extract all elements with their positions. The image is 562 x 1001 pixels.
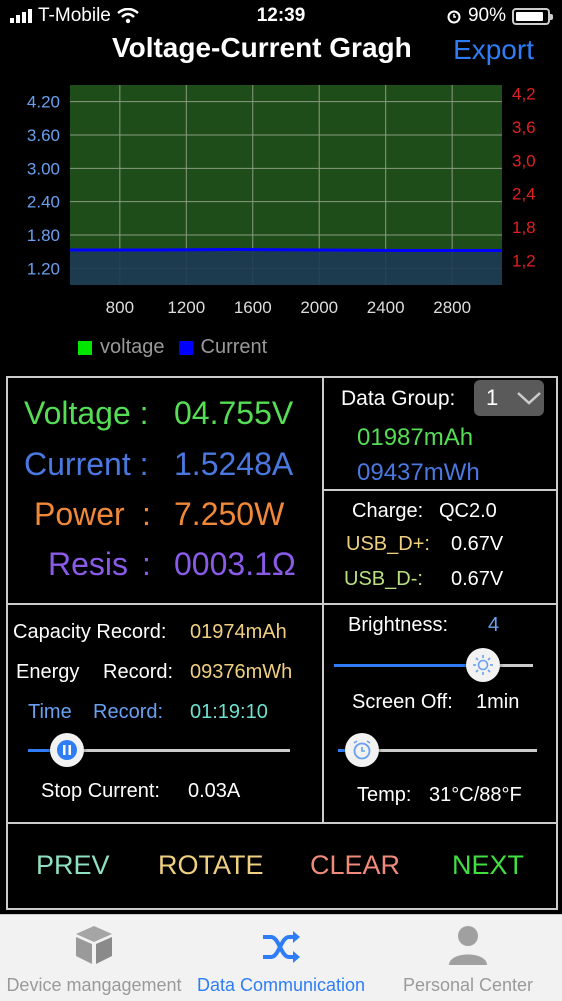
capacity-record-value: 01974mAh: [190, 621, 287, 643]
tab-label-personal: Personal Center: [402, 975, 534, 995]
y-right-tick-label: 1,8: [512, 218, 536, 237]
clock-icon: [353, 740, 371, 760]
prev-button[interactable]: PREV: [36, 850, 110, 881]
voltage-value: 04.755V: [174, 395, 294, 431]
y-left-tick-label: 1.80: [27, 226, 60, 245]
tab-label-device: Device mangagement: [6, 975, 182, 995]
resis-label: Resis: [48, 546, 129, 582]
stop-current-value: 0.03A: [188, 780, 241, 802]
x-tick-label: 1600: [234, 298, 272, 317]
chevron-down-icon: [517, 392, 542, 405]
brightness-label: Brightness:: [348, 614, 449, 636]
divider-middle: [6, 603, 558, 605]
next-button[interactable]: NEXT: [452, 850, 524, 881]
y-right-tick-label: 4,2: [512, 85, 536, 104]
time-record-label2: Record:: [93, 701, 164, 723]
alarm-icon: [447, 10, 461, 24]
person-icon: [449, 926, 487, 965]
x-tick-label: 2400: [367, 298, 405, 317]
tab-data-communication[interactable]: Data Communication: [188, 915, 374, 1001]
tab-label-data: Data Communication: [196, 975, 366, 995]
series-line-current: [70, 247, 502, 253]
data-group-mwh: 09437mWh: [357, 459, 480, 486]
power-colon: :: [142, 496, 151, 532]
y-right-tick-label: 2,4: [512, 185, 536, 204]
data-group-select[interactable]: 1: [474, 380, 544, 416]
sun-icon: [473, 655, 494, 675]
energy-record-value: 09376mWh: [190, 661, 293, 683]
temp-value: 31°C/88°F: [429, 784, 522, 806]
power-value: 7.250W: [174, 496, 285, 532]
legend-current-label: Current: [200, 336, 268, 358]
voltage-current-chart: 4.20 3.60 3.00 2.40 1.80 1.20 4,2 3,6 3,0 2,4 1,8 1…: [27, 85, 536, 317]
resis-colon: :: [142, 546, 151, 582]
export-button[interactable]: Export: [453, 34, 534, 66]
capacity-record-label: Capacity Record:: [13, 621, 167, 643]
stop-current-label: Stop Current:: [41, 780, 160, 802]
screen-off-value: 1min: [476, 691, 520, 713]
energy-record-label2: Record:: [103, 661, 174, 683]
usb-dp-value: 0.67V: [451, 533, 504, 555]
screen-off-label: Screen Off:: [352, 691, 453, 713]
usb-dm-value: 0.67V: [451, 568, 504, 590]
tab-personal-center[interactable]: Personal Center: [374, 915, 562, 1001]
divider-buttons: [6, 822, 558, 824]
current-value: 1.5248A: [174, 446, 294, 482]
legend-current-swatch: [178, 340, 193, 355]
battery-percent: 90%: [467, 5, 506, 26]
screen-off-slider-knob[interactable]: [344, 733, 379, 767]
energy-record-label: Energy: [16, 661, 80, 683]
resis-value: 0003.1Ω: [174, 546, 296, 582]
box-icon: [76, 926, 112, 964]
rotate-button[interactable]: ROTATE: [158, 850, 264, 881]
pause-icon: [57, 740, 78, 760]
status-bar: T-Mobile 12:39 90%: [0, 0, 562, 32]
y-right-tick-label: 3,0: [512, 151, 536, 170]
shuffle-icon: [263, 931, 300, 963]
divider-vertical: [322, 376, 324, 824]
legend-voltage-swatch: [78, 340, 92, 355]
time-record-label: Time: [28, 701, 72, 723]
brightness-slider-fill: [334, 664, 484, 667]
x-tick-label: 1200: [167, 298, 205, 317]
time-record-value: 01:19:10: [190, 701, 268, 723]
y-right-tick-label: 3,6: [512, 118, 536, 137]
y-left-tick-label: 2.40: [27, 193, 60, 212]
charge-label: Charge:: [352, 500, 424, 522]
brightness-value: 4: [488, 614, 500, 636]
tab-bar: Device mangagement Data Communication Pe…: [0, 914, 562, 1001]
y-right-tick-label: 1,2: [512, 251, 536, 270]
y-left-tick-label: 3.00: [27, 159, 60, 178]
x-tick-label: 2800: [433, 298, 471, 317]
status-right: 90%: [446, 5, 553, 27]
legend-voltage-label: voltage: [100, 336, 165, 358]
charge-value: QC2.0: [439, 500, 497, 522]
voltage-label: Voltage :: [24, 395, 149, 431]
tab-device-management[interactable]: Device mangagement: [0, 915, 188, 1001]
data-group-label: Data Group:: [341, 387, 456, 410]
usb-dp-label: USB_D+:: [346, 533, 430, 555]
temp-label: Temp:: [357, 784, 412, 806]
x-tick-label: 2000: [300, 298, 338, 317]
battery-icon: [512, 7, 553, 25]
page-title: Voltage-Current Gragh: [112, 32, 412, 63]
clear-button[interactable]: CLEAR: [310, 850, 400, 881]
y-left-tick-label: 4.20: [27, 93, 60, 112]
y-left-tick-label: 3.60: [27, 126, 60, 145]
brightness-slider-knob[interactable]: [466, 648, 501, 682]
divider-right-top: [322, 489, 558, 491]
chart-legend: voltage Current: [78, 336, 267, 359]
data-group-selected: 1: [486, 385, 499, 410]
usb-dm-label: USB_D-:: [344, 568, 423, 590]
series-current-area: [70, 249, 502, 285]
current-label: Current :: [24, 446, 149, 482]
data-group-mah: 01987mAh: [357, 424, 474, 451]
power-label: Power: [34, 496, 125, 532]
x-tick-label: 800: [106, 298, 134, 317]
y-left-tick-label: 1.20: [27, 259, 60, 278]
